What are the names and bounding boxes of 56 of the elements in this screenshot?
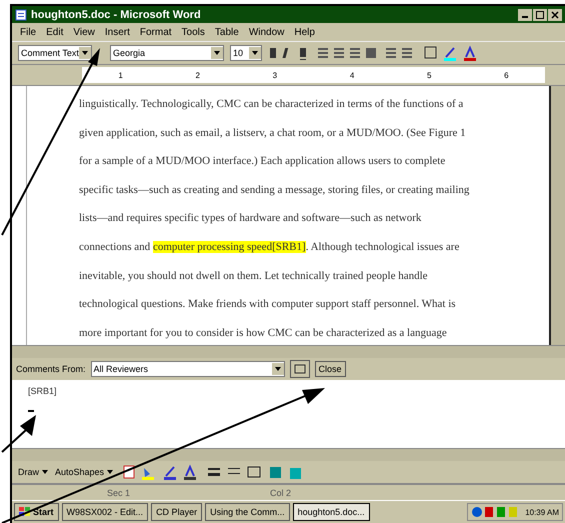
menu-item[interactable]: Edit [46, 26, 64, 38]
clock: 10:39 AM [525, 508, 559, 516]
document-text-line: for a sample of a MUD/MOO interface.) Each application allows users to complete [79, 154, 446, 170]
ruler-number: 2 [196, 70, 200, 80]
ruler-number: 4 [350, 70, 354, 80]
ruler-number: 1 [118, 70, 123, 80]
taskbar-button[interactable]: Using the Comm... [205, 503, 290, 521]
ruler-number: 6 [504, 70, 509, 80]
taskbar-button[interactable]: CD Player [151, 503, 202, 521]
insert-sound-button[interactable] [290, 360, 310, 378]
ruler-number: 3 [272, 70, 278, 80]
font-size-dropdown[interactable]: 10 [230, 45, 262, 61]
document-text-line: lists—and requires specific types of hardware and software—such as network [79, 211, 422, 226]
menu-item[interactable]: Insert [104, 26, 130, 38]
screen-icon [294, 364, 306, 374]
reviewer-dropdown[interactable]: All Reviewers [90, 361, 285, 377]
start-button[interactable]: Start [14, 503, 59, 521]
document-text-line: connections and computer processing speed[SRB1]. Although technological issues are [79, 240, 460, 255]
comments-from-label: Comments From: [16, 364, 86, 374]
vertical-scrollbar[interactable] [549, 86, 565, 345]
document-text-line: inevitable, you should not dwell on them. Let technically trained people handle [79, 268, 429, 284]
minimize-button[interactable] [518, 8, 532, 20]
maximize-button[interactable] [533, 8, 547, 20]
comments-scrollbar[interactable] [12, 448, 565, 461]
menu-item[interactable]: Tools [182, 26, 205, 38]
font-dropdown[interactable]: Georgia [110, 45, 224, 61]
horizontal-scrollbar[interactable] [12, 345, 565, 358]
maximize-icon [536, 10, 544, 18]
windows-logo-icon [19, 507, 31, 517]
autoshapes-menu-button[interactable]: AutoShapes [55, 467, 114, 477]
document-text-line: linguistically. Technologically, CMC can be characterized in terms of the functions of a [79, 97, 464, 112]
document-text-line: given application, such as email, a listserv, a chat room, or a MUD/MOO. (See Figure 1 [79, 126, 467, 141]
menu-item[interactable]: Window [248, 26, 284, 38]
minimize-icon [522, 16, 528, 18]
menu-item[interactable]: Help [294, 26, 315, 38]
document-icon [15, 8, 27, 20]
status-field: Sec 1 [107, 488, 130, 498]
close-icon [551, 10, 559, 18]
menu-item[interactable]: View [73, 26, 95, 38]
document-text-line: technological questions. Make friends with computer support staff personnel. What is [79, 297, 457, 312]
menu-item[interactable]: File [20, 26, 36, 38]
menu-item[interactable]: Table [214, 26, 239, 38]
menu-item[interactable]: Format [140, 26, 172, 38]
close-button[interactable] [548, 8, 562, 20]
ruler-number: 5 [426, 70, 432, 80]
document-text-line: more important for you to consider is how CMC can be characterized as a language [79, 326, 448, 341]
document-text-line: specific tasks—such as creating and sending a message, storing files, or creating mailing [79, 182, 470, 198]
close-pane-button[interactable]: Close [314, 361, 346, 377]
draw-menu-button[interactable]: Draw [18, 467, 50, 477]
window-title: houghton5.doc - Microsoft Word [31, 8, 201, 20]
style-dropdown[interactable]: Comment Text [18, 45, 92, 61]
status-field: Col 2 [270, 488, 292, 498]
text-cursor [28, 410, 34, 412]
taskbar-button[interactable]: W98SX002 - Edit... [62, 503, 148, 521]
taskbar-button[interactable]: houghton5.doc... [292, 503, 370, 521]
comment-mark: [SRB1] [28, 386, 58, 396]
